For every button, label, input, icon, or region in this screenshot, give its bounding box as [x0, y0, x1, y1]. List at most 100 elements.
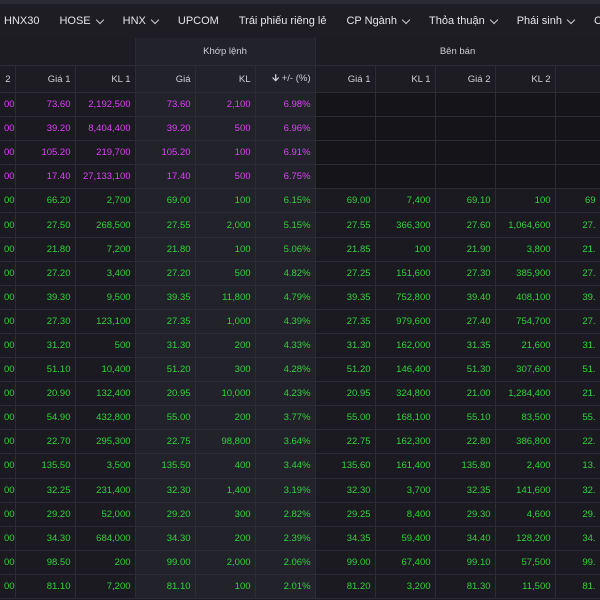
col-ban-kl1-cell: 100 — [375, 237, 436, 262]
col-mua-gia1-cell: 39.20 — [15, 116, 76, 142]
col-khop-kl-cell: 300 — [195, 502, 256, 527]
col-mua-gia1-cell: 32.25 — [15, 478, 76, 503]
table-row[interactable]: 00 39.30 9,500 39.35 11,800 4.79% 39.35 752,800… — [0, 285, 600, 310]
col-khop-gia-cell: 51.20 — [135, 357, 196, 383]
col-mua-kl1-cell: 231,400 — [75, 478, 136, 503]
col-ban-kl2-cell — [495, 116, 556, 142]
table-row[interactable]: 00 81.10 7,200 81.10 100 2.01% 81.20 3,200 81.30… — [0, 574, 600, 599]
col-khop-kl-header[interactable]: KL — [195, 65, 256, 93]
col-ban-gia3-partial-cell — [555, 92, 600, 118]
col-mua-kl1-cell: 3,400 — [75, 261, 136, 286]
col-khop-change-cell: 6.98% — [255, 92, 316, 118]
tab-cp-ngành[interactable]: CP Ngành — [336, 4, 419, 38]
table-row[interactable]: 00 31.20 500 31.30 200 4.33% 31.30 162,000 31.35… — [0, 333, 600, 359]
header-label: +/- (%) — [279, 73, 311, 84]
col-ban-kl2-cell: 100 — [495, 188, 556, 214]
tab-chứng-quy[interactable]: Chứng quy — [584, 4, 600, 38]
col-ban-gia3-partial-cell: 27. — [555, 261, 600, 286]
col-mua-kl1-cell: 2,192,500 — [75, 92, 136, 118]
table-row[interactable]: 00 98.50 200 99.00 2,000 2.06% 99.00 67,400 99.1… — [0, 550, 600, 575]
col-khop-kl-cell: 10,000 — [195, 381, 256, 407]
col-ban-gia2-cell: 27.60 — [435, 212, 496, 238]
table-row[interactable]: 00 32.25 231,400 32.30 1,400 3.19% 32.30 3,700 3… — [0, 478, 600, 503]
col-ban-kl1-cell: 151,600 — [375, 261, 436, 286]
col-ban-gia2-cell: 21.00 — [435, 381, 496, 407]
table-row[interactable]: 00 73.60 2,192,500 73.60 2,100 6.98% — [0, 92, 600, 118]
col-khop-change-cell: 6.96% — [255, 116, 316, 142]
col-khop-gia-cell: 31.30 — [135, 333, 196, 359]
col-ban-kl2-cell — [495, 140, 556, 166]
col-kl2-partial-cell: 00 — [0, 188, 16, 214]
col-mua-kl1-cell: 123,100 — [75, 309, 136, 334]
col-ban-kl2-cell: 21,600 — [495, 333, 556, 359]
tab-label: Trái phiếu riêng lẻ — [238, 15, 327, 27]
col-ban-gia2-header[interactable]: Giá 2 — [435, 65, 496, 93]
col-mua-gia1-header[interactable]: Giá 1 — [15, 65, 76, 93]
col-khop-gia-cell: 99.00 — [135, 550, 196, 575]
col-ban-kl1-header[interactable]: KL 1 — [375, 65, 436, 93]
tab-hnx30[interactable]: HNX30 — [0, 4, 49, 38]
col-ban-gia1-header[interactable]: Giá 1 — [315, 65, 376, 93]
col-kl2-partial-cell: 00 — [0, 453, 16, 479]
col-khop-gia-cell: 27.55 — [135, 212, 196, 238]
col-ban-gia2-cell: 27.40 — [435, 309, 496, 334]
table-row[interactable]: 00 20.90 132,400 20.95 10,000 4.23% 20.95 324,8… — [0, 381, 600, 407]
tab-phái-sinh[interactable]: Phái sinh — [507, 4, 584, 38]
col-khop-change-cell: 2.82% — [255, 502, 316, 527]
table-row[interactable]: 00 27.30 123,100 27.35 1,000 4.39% 27.35 979,60… — [0, 309, 600, 334]
table-row[interactable]: 00 51.10 10,400 51.20 300 4.28% 51.20 146,400 51… — [0, 357, 600, 383]
tab-trái-phiếu-riêng-lẻ[interactable]: Trái phiếu riêng lẻ — [229, 4, 337, 38]
table-row[interactable]: 00 105.20 219,700 105.20 100 6.91% — [0, 140, 600, 166]
col-ban-kl2-header[interactable]: KL 2 — [495, 65, 556, 93]
tab-hnx[interactable]: HNX — [113, 4, 168, 38]
table-row[interactable]: 00 27.20 3,400 27.20 500 4.82% 27.25 151,600 27.… — [0, 261, 600, 286]
table-row[interactable]: 00 27.50 268,500 27.55 2,000 5.15% 27.55 366,30… — [0, 212, 600, 238]
col-khop-change-cell: 4.39% — [255, 309, 316, 334]
col-ban-gia3-partial-cell: 27. — [555, 309, 600, 334]
tab-upcom[interactable]: UPCOM — [168, 4, 229, 38]
col-khop-change-header[interactable]: 🡫 +/- (%) — [255, 65, 316, 93]
col-khop-gia-cell: 39.20 — [135, 116, 196, 142]
table-row[interactable]: 00 17.40 27,133,100 17.40 500 6.75% — [0, 164, 600, 190]
col-mua-kl1-header[interactable]: KL 1 — [75, 65, 136, 93]
col-mua-kl1-cell: 3,500 — [75, 453, 136, 479]
col-kl2-partial-cell: 00 — [0, 526, 16, 551]
col-khop-gia-cell: 73.60 — [135, 92, 196, 118]
col-mua-kl1-cell: 7,200 — [75, 237, 136, 262]
col-khop-change-cell: 2.06% — [255, 550, 316, 575]
col-ban-gia3-partial-cell: 21. — [555, 237, 600, 262]
tab-label: CP Ngành — [346, 15, 398, 27]
table-row[interactable]: 00 21.80 7,200 21.80 100 5.06% 21.85 100 21.90 3,… — [0, 237, 600, 262]
col-ban-kl2-cell: 11,500 — [495, 574, 556, 599]
col-ban-kl2-cell — [495, 92, 556, 118]
col-kl2-partial-cell: 00 — [0, 478, 16, 503]
col-kl2-partial-header[interactable]: 2 — [0, 65, 16, 93]
col-khop-kl-cell: 100 — [195, 574, 256, 599]
tab-hose[interactable]: HOSE — [49, 4, 112, 38]
table-row[interactable]: 00 66.20 2,700 69.00 100 6.15% 69.00 7,400 69.10… — [0, 188, 600, 214]
col-ban-gia1-cell: 69.00 — [315, 188, 376, 214]
col-khop-gia-cell: 29.20 — [135, 502, 196, 527]
col-ban-gia3-partial-cell — [555, 140, 600, 166]
table-row[interactable]: 00 22.70 295,300 22.75 98,800 3.64% 22.75 162,3… — [0, 429, 600, 455]
col-mua-kl1-cell: 500 — [75, 333, 136, 359]
table-row[interactable]: 00 34.30 684,000 34.30 200 2.39% 34.35 59,400 34… — [0, 526, 600, 551]
table-row[interactable]: 00 135.50 3,500 135.50 400 3.44% 135.60 161,400… — [0, 453, 600, 479]
table-row[interactable]: 00 54.90 432,800 55.00 200 3.77% 55.00 168,100 5… — [0, 405, 600, 431]
col-mua-gia1-cell: 31.20 — [15, 333, 76, 359]
col-kl2-partial-cell: 00 — [0, 405, 16, 431]
col-ban-kl1-cell — [375, 116, 436, 142]
col-khop-kl-cell: 500 — [195, 164, 256, 190]
table-row[interactable]: 00 39.20 8,404,400 39.20 500 6.96% — [0, 116, 600, 142]
col-khop-change-cell: 4.79% — [255, 285, 316, 310]
col-mua-kl1-cell: 10,400 — [75, 357, 136, 383]
col-khop-kl-cell: 500 — [195, 116, 256, 142]
col-ban-gia3-partial-cell: 27. — [555, 212, 600, 238]
col-ban-gia3-partial-header[interactable] — [555, 65, 600, 93]
price-board-table: Khớp lệnh Bên bán 2 Giá 1 KL 1 Giá KL 🡫 +/- (… — [0, 38, 600, 599]
col-ban-gia1-cell — [315, 140, 376, 166]
table-row[interactable]: 00 29.20 52,000 29.20 300 2.82% 29.25 8,400 29.3… — [0, 502, 600, 527]
col-khop-change-cell: 3.64% — [255, 429, 316, 455]
col-khop-gia-header[interactable]: Giá — [135, 65, 196, 93]
tab-thỏa-thuận[interactable]: Thỏa thuận — [419, 4, 507, 38]
